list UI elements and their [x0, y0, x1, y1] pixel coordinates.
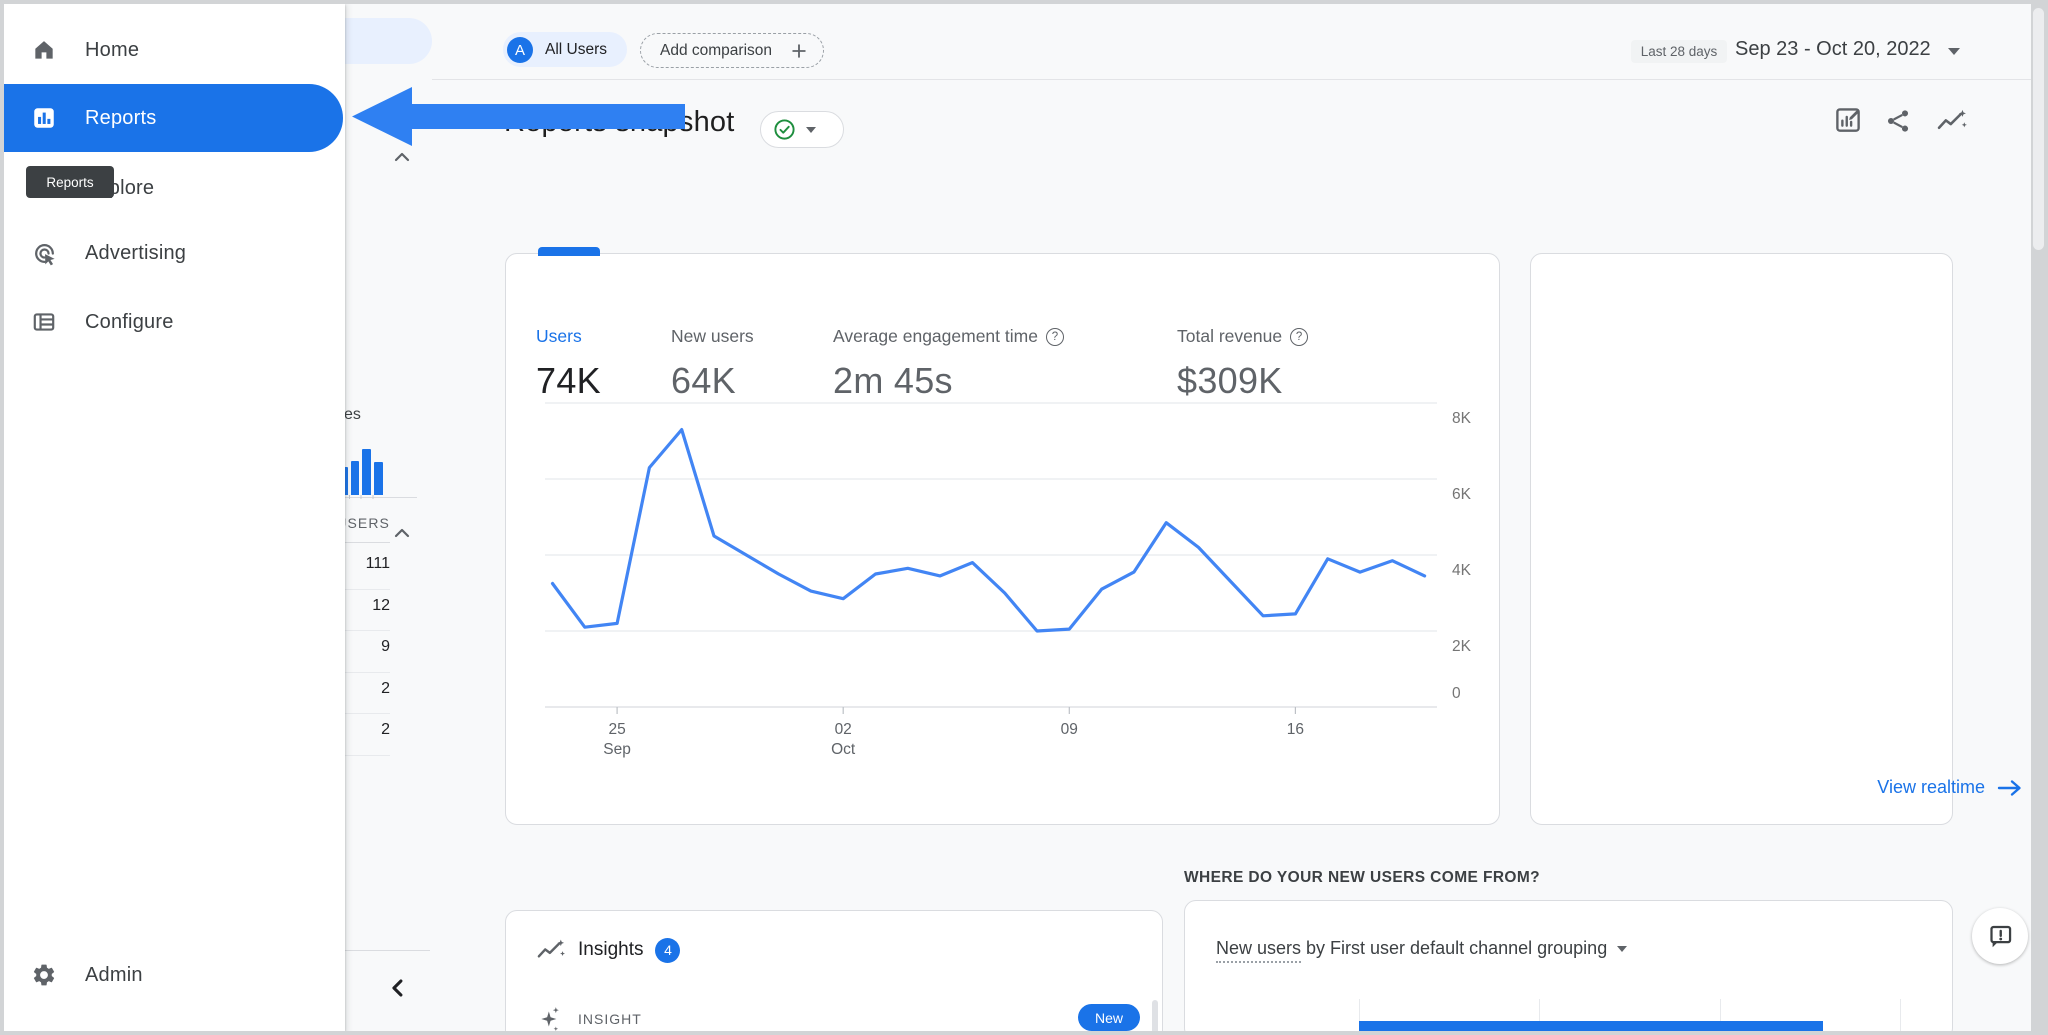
insights-count-badge: 4	[655, 937, 681, 963]
country-users-value: 9	[381, 638, 390, 655]
users-line-chart: 0 2K 4K 6K 8K 25 Sep 02 Oct 09 16	[545, 402, 1472, 758]
advertising-icon	[30, 239, 58, 267]
all-users-chip-label: All Users	[545, 41, 608, 58]
insights-sparkline-icon[interactable]	[1936, 107, 1968, 135]
realtime-card	[1530, 253, 1953, 825]
metric-tab-total-revenue[interactable]: Total revenue ?	[1177, 326, 1309, 347]
feedback-button[interactable]	[1972, 908, 2028, 964]
sidebar-item-reports[interactable]: Reports	[4, 84, 343, 152]
tutorial-arrow-pointing-to-reports	[352, 87, 685, 146]
chart-gridline	[1900, 999, 1901, 1032]
date-range-caret-icon[interactable]	[1948, 48, 1960, 55]
add-comparison-label: Add comparison	[660, 41, 773, 59]
new-badge: New	[1078, 1004, 1140, 1031]
date-range-preset-badge: Last 28 days	[1631, 40, 1727, 63]
metric-label: Average engagement time	[833, 326, 1038, 346]
metric-value-revenue: $309K	[1177, 360, 1283, 401]
bar-chart-icon	[30, 104, 58, 132]
insights-sparkline-icon	[537, 939, 565, 958]
country-users-value: 12	[372, 596, 390, 614]
sidebar-item-home[interactable]: Home	[4, 26, 345, 74]
status-caret-icon	[806, 126, 816, 133]
collapse-section-chevron-up-icon[interactable]	[390, 522, 414, 546]
dimension-name[interactable]: New users	[1216, 938, 1302, 963]
country-users-value: 111	[365, 555, 390, 572]
check-circle-icon	[774, 119, 795, 140]
channel-title-rest: by First user default channel grouping	[1301, 938, 1608, 958]
feedback-icon	[1989, 925, 2011, 947]
insight-list-item[interactable]: INSIGHT	[538, 1005, 642, 1033]
help-icon[interactable]: ?	[1290, 327, 1309, 346]
segment-avatar: A	[507, 37, 533, 63]
sidebar-item-advertising[interactable]: Advertising	[4, 229, 345, 277]
metric-tab-avg-engagement-time[interactable]: Average engagement time ?	[833, 326, 1064, 347]
country-users-value: 2	[381, 679, 390, 697]
metric-value-new-users: 64K	[671, 360, 736, 401]
metric-tab-users[interactable]: Users	[536, 326, 582, 347]
minute-bar	[362, 448, 372, 495]
svg-text:0: 0	[1452, 685, 1461, 702]
sidebar-item-configure[interactable]: Configure	[4, 298, 345, 346]
country-users-value: 2	[381, 721, 390, 738]
vertical-scrollbar-thumb[interactable]	[2033, 8, 2044, 250]
title-caret-icon	[1617, 945, 1628, 952]
svg-text:16: 16	[1287, 721, 1304, 738]
svg-text:09: 09	[1061, 721, 1078, 738]
arrow-right-icon	[1997, 779, 2021, 796]
insights-title: Insights	[578, 939, 644, 960]
add-comparison-button[interactable]: Add comparison	[640, 33, 824, 68]
share-icon[interactable]	[1884, 107, 1912, 135]
report-status-dropdown[interactable]	[760, 111, 844, 148]
reports-tooltip: Reports	[26, 166, 114, 198]
view-realtime-label: View realtime	[1877, 777, 1985, 797]
sidebar-item-label: Admin	[85, 963, 143, 986]
home-icon	[30, 36, 58, 64]
svg-text:02: 02	[835, 721, 852, 738]
divider	[345, 950, 430, 951]
date-range-picker[interactable]: Sep 23 - Oct 20, 2022	[1735, 38, 1931, 61]
new-users-by-channel-card	[1184, 900, 1953, 1035]
section-heading-new-users: WHERE DO YOUR NEW USERS COME FROM?	[1184, 869, 1541, 886]
sidebar-item-label: Advertising	[85, 241, 187, 264]
customize-report-icon[interactable]	[1833, 105, 1863, 135]
svg-text:25: 25	[608, 721, 625, 738]
selected-tab-indicator	[538, 247, 600, 256]
svg-text:Sep: Sep	[603, 741, 631, 758]
sidebar-item-admin[interactable]: Admin	[4, 951, 345, 999]
collapse-panel-chevron-left-icon[interactable]	[384, 974, 412, 1002]
metric-value-users: 74K	[536, 360, 601, 401]
configure-icon	[30, 308, 58, 336]
card-scrollbar-thumb[interactable]	[1152, 1000, 1158, 1034]
svg-text:6K: 6K	[1452, 486, 1472, 503]
metric-tab-new-users[interactable]: New users	[671, 326, 754, 347]
view-realtime-link[interactable]: View realtime	[1877, 777, 2023, 798]
insight-row-label: INSIGHT	[578, 1011, 642, 1027]
sparkle-star-icon	[541, 1007, 559, 1032]
metric-label: New users	[671, 326, 754, 346]
insights-card-header: Insights 4	[536, 937, 681, 963]
svg-text:Oct: Oct	[831, 741, 856, 758]
minute-bar	[350, 460, 360, 495]
help-icon[interactable]: ?	[1045, 327, 1064, 346]
svg-text:2K: 2K	[1452, 638, 1472, 655]
svg-text:4K: 4K	[1452, 562, 1472, 579]
sidebar-item-label: Reports	[85, 106, 157, 129]
metric-label: Total revenue	[1177, 326, 1283, 346]
navigation-drawer: Home Reports Explore Advertising Configu…	[4, 4, 345, 1031]
ga4-application-window: ses A All Users Add comparison Last 28 d…	[0, 0, 2048, 1035]
plus-icon	[792, 43, 806, 58]
svg-text:8K: 8K	[1452, 410, 1472, 427]
sidebar-item-label: Configure	[85, 310, 174, 333]
metric-value-engagement: 2m 45s	[833, 360, 953, 401]
channel-bar	[1359, 1021, 1823, 1034]
gear-icon	[30, 961, 58, 989]
channel-chart-title-dropdown[interactable]: New users by First user default channel …	[1216, 938, 1628, 963]
metric-label: Users	[536, 326, 582, 346]
minute-bar	[374, 462, 383, 495]
sidebar-item-label: Home	[85, 38, 140, 61]
